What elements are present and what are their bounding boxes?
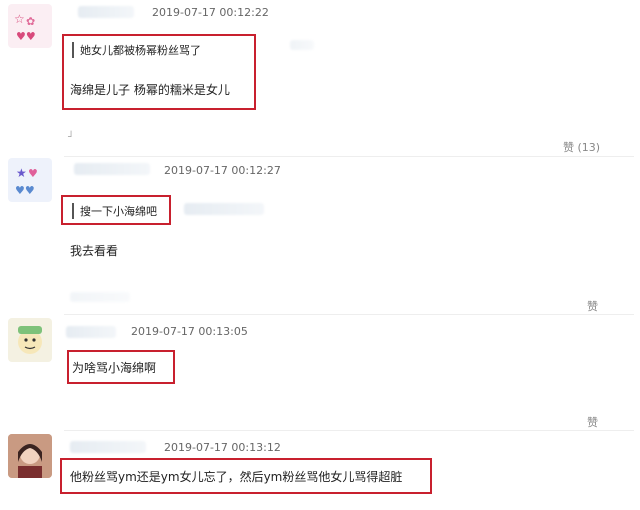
timestamp: 2019-07-17 00:12:22: [152, 6, 269, 19]
quoted-comment: 搜一下小海绵吧: [72, 203, 157, 219]
divider: [64, 430, 634, 431]
timestamp: 2019-07-17 00:13:12: [164, 441, 281, 454]
svg-text:♥♥: ♥♥: [16, 30, 36, 43]
avatar[interactable]: [8, 318, 52, 362]
username[interactable]: [70, 441, 146, 453]
username[interactable]: [78, 6, 134, 18]
timestamp: 2019-07-17 00:13:05: [131, 325, 248, 338]
avatar[interactable]: [8, 434, 52, 478]
svg-text:☆: ☆: [14, 12, 25, 26]
avatar[interactable]: ☆ ✿ ♥♥: [8, 4, 52, 48]
like-count[interactable]: 赞: [587, 414, 598, 430]
svg-text:♥: ♥: [28, 167, 38, 180]
username-extra: [290, 40, 314, 50]
comment-text: 我去看看: [70, 244, 119, 258]
divider: [64, 156, 634, 157]
timestamp: 2019-07-17 00:12:27: [164, 164, 281, 177]
username[interactable]: [66, 326, 116, 338]
reply-user: [70, 292, 130, 302]
reply-icon[interactable]: ┘: [68, 132, 74, 143]
comment-text: 海绵是儿子 杨幂的糯米是女儿: [70, 83, 230, 97]
comment-text: 他粉丝骂ym还是ym女儿忘了，然后ym粉丝骂他女儿骂得超脏: [70, 470, 403, 484]
svg-text:♥♥: ♥♥: [15, 184, 35, 197]
divider: [64, 314, 634, 315]
blurred-mention: [184, 203, 264, 215]
quoted-comment: 她女儿都被杨幂粉丝骂了: [72, 42, 201, 58]
like-count[interactable]: 赞 (13): [563, 139, 600, 155]
like-count[interactable]: 赞: [587, 298, 598, 314]
comment-text: 为啥骂小海绵啊: [72, 361, 157, 375]
svg-text:✿: ✿: [26, 15, 35, 28]
username[interactable]: [74, 163, 150, 175]
avatar[interactable]: ★ ♥ ♥♥: [8, 158, 52, 202]
svg-text:★: ★: [16, 166, 27, 180]
